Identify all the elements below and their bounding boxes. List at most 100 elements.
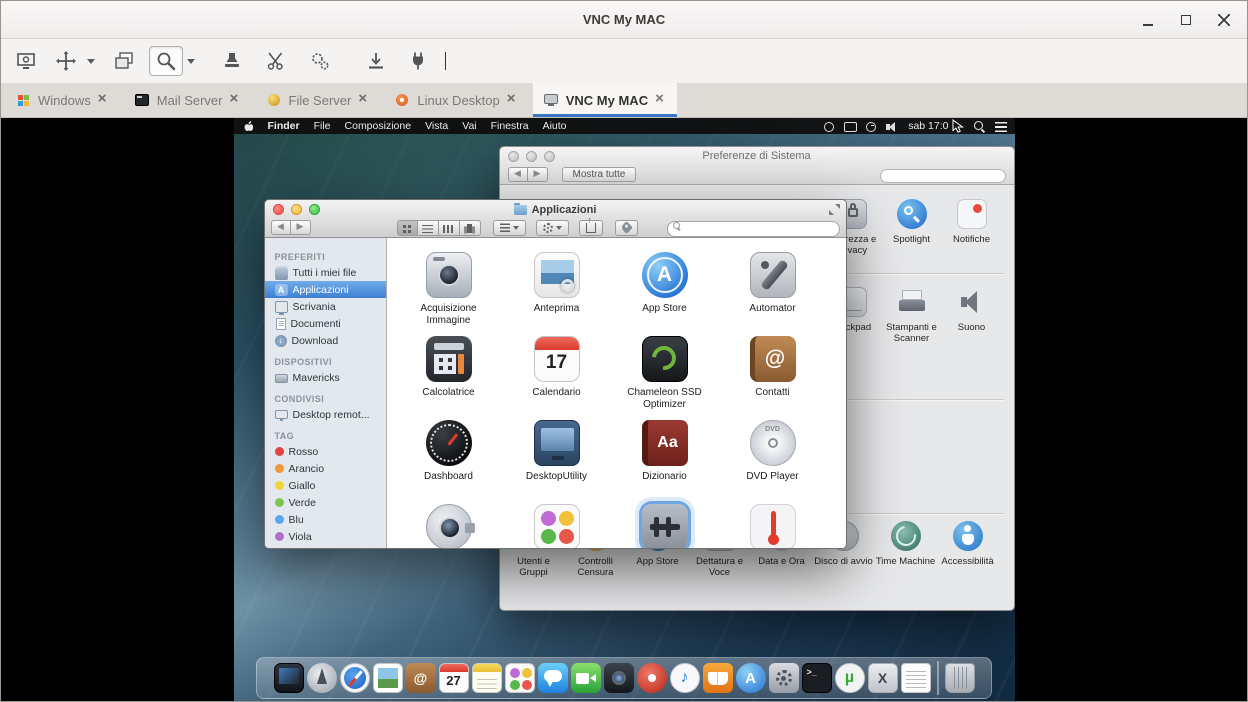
disconnect-button[interactable] [401,46,435,76]
dock-item[interactable] [937,661,939,695]
dock-item[interactable] [604,663,634,693]
connection-tab[interactable]: Mail Server [124,83,252,117]
zoom-toggle-button[interactable] [149,46,183,76]
menu-item[interactable]: Aiuto [536,120,574,132]
sidebar-item[interactable]: Rosso [265,443,386,460]
sidebar-item[interactable]: Verde [265,494,386,511]
tab-close-icon[interactable] [98,94,110,106]
services-button[interactable] [303,46,337,76]
system-preferences-search-input[interactable] [880,169,1006,183]
finder-window[interactable]: Applicazioni [264,199,847,549]
application-item[interactable]: Chameleon SSD Optimizer [615,330,715,414]
application-item[interactable] [399,498,499,548]
sidebar-item[interactable]: Blu [265,511,386,528]
dock-item[interactable] [373,663,403,693]
fullscreen-icon[interactable] [829,204,840,215]
connection-tab[interactable]: Linux Desktop [384,83,528,117]
connection-tab[interactable]: Windows [5,83,120,117]
icon-view-button[interactable] [397,220,418,236]
minimize-button[interactable] [1135,7,1161,33]
apple-logo-icon[interactable] [242,120,255,133]
sidebar-item[interactable]: DISPOSITIVI [265,355,386,369]
back-button[interactable] [271,220,291,235]
share-button[interactable] [579,220,603,236]
zoom-options-chevron[interactable] [183,46,199,76]
close-button[interactable] [1211,7,1237,33]
sidebar-item[interactable]: Viola [265,528,386,545]
forward-button[interactable] [291,220,311,235]
preference-pane[interactable]: Stampanti e Scanner [884,287,940,345]
dock-item[interactable] [945,663,975,693]
status-icon[interactable] [885,120,899,133]
dock-item[interactable] [274,663,304,693]
dock-item[interactable] [769,663,799,693]
application-item[interactable]: Dizionario [615,414,715,498]
application-item[interactable]: Automator [723,246,823,330]
notification-center-icon[interactable] [995,122,1007,132]
arrange-button[interactable] [493,220,526,236]
finder-titlebar[interactable]: Applicazioni [265,200,846,238]
sidebar-item[interactable]: Tutti i miei file [265,264,386,281]
sidebar-item[interactable]: Applicazioni [265,281,386,298]
screenshot-button[interactable] [9,46,43,76]
list-view-button[interactable] [418,220,439,236]
finder-search-input[interactable] [667,221,840,237]
action-button[interactable] [536,220,569,236]
tab-close-icon[interactable] [507,94,519,106]
dock-item[interactable] [670,663,700,693]
tab-close-icon[interactable] [230,94,242,106]
dock-item[interactable] [571,663,601,693]
system-preferences-titlebar[interactable]: Preferenze di Sistema Mostra tutte [500,147,1014,185]
application-item[interactable] [723,498,823,548]
folder-proxy-icon[interactable] [514,205,527,215]
resize-button[interactable] [49,46,83,76]
menu-item[interactable]: File [307,120,338,132]
spotlight-search-icon[interactable] [973,120,986,133]
dock-item[interactable] [868,663,898,693]
dock-item[interactable] [802,663,832,693]
application-item[interactable]: Dashboard [399,414,499,498]
menu-item[interactable]: Composizione [338,120,419,132]
connection-tab[interactable]: File Server [256,83,381,117]
sidebar-item[interactable]: Mavericks [265,369,386,386]
stamp-button[interactable] [215,46,249,76]
application-item[interactable]: Anteprima [507,246,607,330]
connection-tab[interactable]: VNC My MAC [533,83,677,117]
resize-options-chevron[interactable] [83,46,99,76]
sidebar-item[interactable]: Arancio [265,460,386,477]
menu-item[interactable]: Vai [455,120,483,132]
status-icon[interactable] [843,120,857,133]
dock-item[interactable] [901,663,931,693]
preference-pane[interactable]: Time Machine [876,521,936,579]
tab-close-icon[interactable] [655,94,667,106]
vnc-viewport[interactable]: Finder File Composizione Vista Vai Fines… [1,118,1247,701]
sidebar-item[interactable]: Download [265,332,386,349]
application-item[interactable]: DVD Player [723,414,823,498]
application-item[interactable]: Calcolatrice [399,330,499,414]
application-item[interactable]: App Store [615,246,715,330]
application-item[interactable] [507,498,607,548]
dock-item[interactable] [538,663,568,693]
sidebar-item[interactable]: TAG [265,429,386,443]
preference-pane[interactable]: Accessibilità [938,521,998,579]
show-all-button[interactable]: Mostra tutte [562,167,637,182]
back-button[interactable] [508,167,528,182]
application-item[interactable]: Acquisizione Immagine [399,246,499,330]
dock-item[interactable] [406,663,436,693]
dock-item[interactable] [505,663,535,693]
tab-close-icon[interactable] [358,94,370,106]
sidebar-item[interactable]: Scrivania [265,298,386,315]
menu-bar-clock[interactable]: sab 17:0 [908,120,948,132]
preference-pane[interactable]: Notifiche [944,199,1000,257]
status-icon[interactable] [822,120,836,133]
dock-item[interactable] [472,663,502,693]
preference-pane[interactable]: Spotlight [884,199,940,257]
duplicate-window-button[interactable] [107,46,141,76]
maximize-button[interactable] [1173,7,1199,33]
menu-item[interactable]: Vista [418,120,455,132]
menu-item[interactable]: Finestra [484,120,536,132]
application-item[interactable]: 17 Calendario [507,330,607,414]
dock-item[interactable] [340,663,370,693]
dock-item[interactable] [637,663,667,693]
dock-item[interactable] [703,663,733,693]
